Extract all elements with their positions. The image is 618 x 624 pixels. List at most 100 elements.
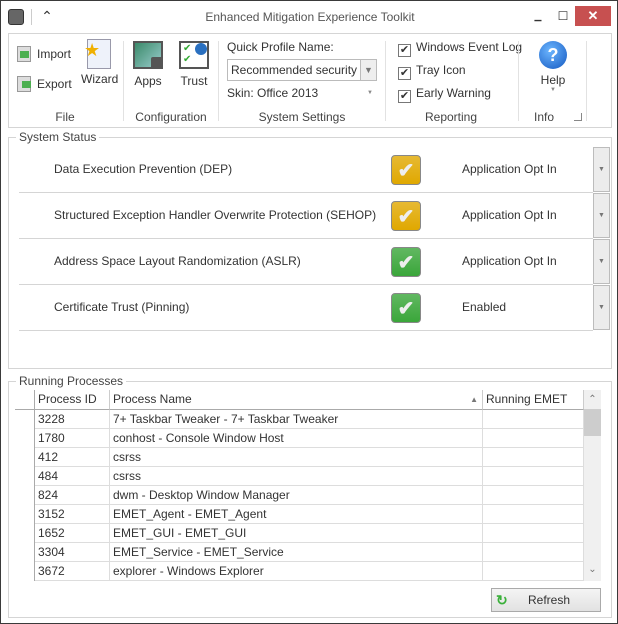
skin-select[interactable]: Skin: Office 2013 ▼ — [227, 86, 377, 100]
cell-running-emet — [483, 505, 584, 524]
export-icon — [17, 76, 31, 92]
group-label-reporting: Reporting — [424, 110, 478, 124]
apps-label: Apps — [134, 74, 162, 88]
dropdown-arrow-icon: ▼ — [367, 90, 373, 96]
apps-button[interactable]: Apps — [131, 41, 165, 88]
skin-label: Skin: Office 2013 — [227, 86, 319, 100]
quick-profile-select[interactable]: Recommended security ... ▼ — [227, 59, 377, 81]
vertical-scrollbar[interactable]: ⌃ ⌄ — [584, 390, 601, 581]
export-button[interactable]: Export — [17, 76, 72, 92]
checkbox-tray-icon[interactable]: ✔ Tray Icon — [398, 63, 522, 86]
column-header-process-id[interactable]: Process ID — [35, 390, 110, 410]
status-dropdown-button[interactable]: ▼ — [593, 147, 610, 192]
check-icon: ✔ — [398, 90, 411, 103]
status-row-label: Certificate Trust (Pinning) — [54, 300, 190, 314]
maximize-button[interactable]: ☐ — [553, 6, 573, 26]
trust-label: Trust — [180, 74, 208, 88]
status-dropdown-button[interactable]: ▼ — [593, 239, 610, 284]
cell-process-id: 3152 — [35, 505, 110, 524]
chevron-down-icon: ▼ — [360, 60, 376, 80]
window: ⌃ Enhanced Mitigation Experience Toolkit… — [0, 0, 618, 624]
reporting-checkboxes: ✔ Windows Event Log ✔ Tray Icon ✔ Early War… — [398, 40, 522, 109]
column-header-label: Process Name — [113, 392, 192, 406]
minimize-button[interactable]: ▁ — [527, 6, 549, 26]
cell-running-emet — [483, 543, 584, 562]
cell-process-name: explorer - Windows Explorer — [110, 562, 483, 581]
check-status-icon: ✔ — [391, 247, 421, 277]
system-status-title: System Status — [16, 130, 100, 144]
check-icon: ✔ — [398, 44, 411, 57]
status-row-label: Address Space Layout Randomization (ASLR… — [54, 254, 301, 268]
sort-ascending-icon: ▲ — [470, 395, 478, 404]
cell-running-emet — [483, 467, 584, 486]
close-button[interactable]: ✕ — [575, 6, 611, 26]
scroll-up-icon[interactable]: ⌃ — [584, 390, 601, 409]
group-label-info: Info — [533, 110, 554, 124]
trust-button[interactable]: ✔ ✔ Trust — [177, 41, 211, 88]
checkbox-windows-event-log[interactable]: ✔ Windows Event Log — [398, 40, 522, 63]
apps-icon — [133, 41, 163, 69]
status-dropdown-button[interactable]: ▼ — [593, 285, 610, 330]
status-row-label: Data Execution Prevention (DEP) — [54, 162, 233, 176]
group-label-file: File — [55, 110, 75, 124]
column-header-process-name[interactable]: Process Name ▲ — [110, 390, 483, 410]
status-row: Structured Exception Handler Overwrite P… — [19, 193, 593, 239]
row-header-strip — [34, 410, 35, 581]
cell-process-name: dwm - Desktop Window Manager — [110, 486, 483, 505]
check-status-icon: ✔ — [391, 155, 421, 185]
cell-process-name: csrss — [110, 467, 483, 486]
help-label: Help — [540, 73, 566, 87]
window-title: Enhanced Mitigation Experience Toolkit — [205, 10, 415, 24]
import-icon — [17, 46, 31, 62]
status-row: Certificate Trust (Pinning) ✔ Enabled — [19, 285, 593, 331]
dropdown-arrow-icon: ▼ — [550, 87, 556, 93]
import-label: Import — [37, 47, 72, 61]
cell-process-id: 412 — [35, 448, 110, 467]
check-icon: ✔ — [398, 67, 411, 80]
status-value: Application Opt In — [462, 254, 557, 268]
cell-running-emet — [483, 429, 584, 448]
cell-running-emet — [483, 448, 584, 467]
cell-process-name: EMET_Agent - EMET_Agent — [110, 505, 483, 524]
quick-profile-value: Recommended security ... — [231, 63, 360, 77]
status-dropdown-button[interactable]: ▼ — [593, 193, 610, 238]
help-button[interactable]: ? Help ▼ — [531, 41, 575, 93]
export-label: Export — [37, 77, 72, 91]
cell-process-id: 1652 — [35, 524, 110, 543]
scroll-thumb[interactable] — [584, 409, 601, 436]
group-label-configuration: Configuration — [135, 110, 207, 124]
status-value: Application Opt In — [462, 208, 557, 222]
cell-process-name: 7+ Taskbar Tweaker - 7+ Taskbar Tweaker — [110, 410, 483, 429]
checkbox-early-warning[interactable]: ✔ Early Warning — [398, 86, 522, 109]
group-divider — [123, 41, 124, 121]
status-value: Application Opt In — [462, 162, 557, 176]
group-divider — [586, 41, 587, 121]
cell-process-id: 824 — [35, 486, 110, 505]
scroll-down-icon[interactable]: ⌄ — [584, 564, 601, 581]
running-processes-title: Running Processes — [16, 374, 127, 388]
status-row-label: Structured Exception Handler Overwrite P… — [54, 208, 377, 222]
import-button[interactable]: Import — [17, 46, 71, 62]
cell-running-emet — [483, 524, 584, 543]
checkbox-label: Windows Event Log — [416, 40, 523, 54]
check-status-icon: ✔ — [391, 201, 421, 231]
row-header-column — [15, 390, 35, 410]
group-label-system-settings: System Settings — [258, 110, 346, 124]
cell-process-name: conhost - Console Window Host — [110, 429, 483, 448]
group-divider — [385, 41, 386, 121]
dialog-launcher-icon[interactable] — [574, 113, 582, 121]
cell-process-id: 1780 — [35, 429, 110, 448]
wizard-label: Wizard — [81, 72, 119, 86]
group-divider — [518, 41, 519, 121]
wizard-button[interactable]: ★ Wizard — [81, 39, 119, 86]
cell-running-emet — [483, 486, 584, 505]
checkbox-label: Tray Icon — [416, 63, 466, 77]
refresh-label: Refresh — [527, 593, 571, 607]
status-row: Data Execution Prevention (DEP) ✔ Applic… — [19, 147, 593, 193]
cell-process-id: 3304 — [35, 543, 110, 562]
cell-process-name: csrss — [110, 448, 483, 467]
checkbox-label: Early Warning — [416, 86, 491, 100]
help-question-icon: ? — [539, 41, 567, 69]
refresh-button[interactable]: ↻ Refresh — [491, 588, 601, 612]
column-header-running-emet[interactable]: Running EMET — [483, 390, 584, 410]
